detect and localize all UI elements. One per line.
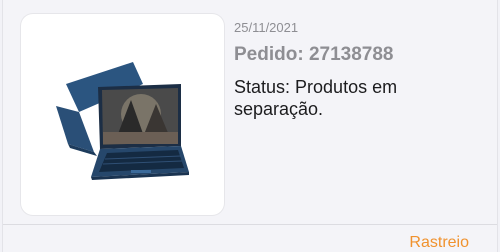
divider (3, 224, 497, 225)
order-number: Pedido: 27138788 (234, 44, 394, 65)
laptop-front (91, 84, 189, 180)
order-card[interactable]: 25/11/2021 Pedido: 27138788 Status: Prod… (2, 0, 498, 252)
track-button[interactable]: Rastreio (409, 234, 469, 252)
order-date: 25/11/2021 (234, 20, 299, 35)
product-thumbnail[interactable] (21, 14, 224, 215)
laptop-image (56, 62, 189, 180)
order-status: Status: Produtos em separação. (234, 77, 398, 119)
